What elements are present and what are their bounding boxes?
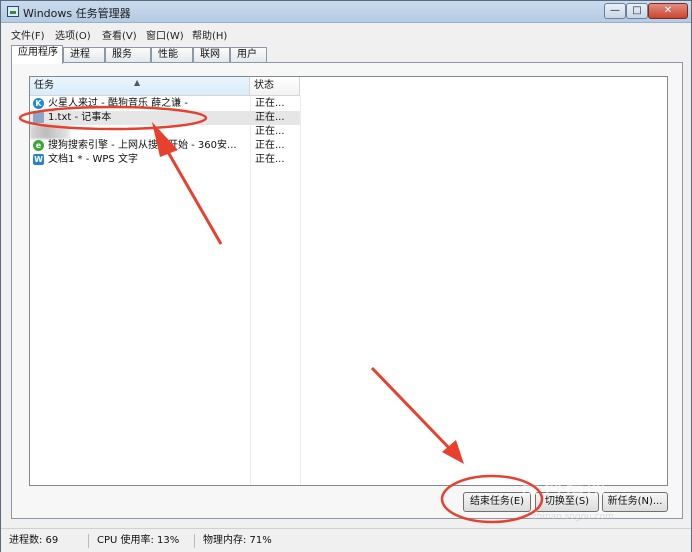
notepad-icon: [33, 112, 44, 123]
tab-networking[interactable]: 联网: [193, 47, 230, 63]
task-name: 文档1 * - WPS 文字: [48, 154, 138, 165]
wps-writer-icon: W: [33, 154, 44, 165]
watermark-url: zhinan.sogou.com: [532, 512, 614, 522]
column-divider: [300, 96, 301, 485]
task-status: 正在...: [255, 98, 285, 109]
tab-applications[interactable]: 应用程序: [11, 45, 63, 64]
360-browser-icon: e: [33, 140, 44, 151]
close-button[interactable]: ✕: [648, 3, 688, 19]
menu-help[interactable]: 帮助(H): [192, 27, 227, 42]
tab-strip: 应用程序 进程 服务 性能 联网 用户: [11, 45, 691, 64]
task-name: 1.txt - 记事本: [48, 112, 112, 123]
tab-users[interactable]: 用户: [230, 47, 267, 63]
tab-services[interactable]: 服务: [105, 47, 151, 63]
cpu-usage: CPU 使用率: 13%: [91, 534, 195, 548]
tab-processes[interactable]: 进程: [63, 47, 105, 63]
task-status: 正在...: [255, 154, 285, 165]
column-label-task: 任务: [34, 80, 54, 91]
title-bar[interactable]: Windows 任务管理器 — □ ✕: [1, 1, 691, 23]
blurred-icon: [30, 125, 70, 139]
tab-performance[interactable]: 性能: [151, 47, 193, 63]
task-status: 正在...: [255, 112, 285, 123]
list-item[interactable]: 正在...: [30, 125, 300, 139]
menu-window[interactable]: 窗口(W): [146, 27, 184, 42]
task-manager-icon: [7, 6, 19, 17]
applications-list[interactable]: 任务 ▲ 状态 K 火星人来过 - 酷狗音乐 薛之谦 - 正在... 1.txt…: [29, 76, 668, 486]
list-item[interactable]: K 火星人来过 - 酷狗音乐 薛之谦 - 正在...: [30, 97, 300, 111]
menu-bar: 文件(F) 选项(O) 查看(V) 窗口(W) 帮助(H): [1, 24, 691, 43]
status-bar: 进程数: 69 CPU 使用率: 13% 物理内存: 71%: [1, 528, 691, 552]
task-name: 火星人来过 - 酷狗音乐 薛之谦 -: [48, 98, 188, 109]
kugou-icon: K: [33, 98, 44, 109]
minimize-button[interactable]: —: [604, 3, 626, 19]
task-name: 搜狗搜索引擎 - 上网从搜狗开始 - 360安...: [48, 140, 237, 151]
new-task-button[interactable]: 新任务(N)...: [602, 492, 668, 512]
column-header-task[interactable]: 任务 ▲: [30, 77, 250, 96]
memory-usage: 物理内存: 71%: [203, 535, 272, 546]
task-status: 正在...: [255, 140, 285, 151]
list-item[interactable]: W 文档1 * - WPS 文字 正在...: [30, 153, 300, 167]
window-title: Windows 任务管理器: [23, 7, 131, 20]
sort-ascending-icon: ▲: [134, 78, 141, 87]
list-item[interactable]: 1.txt - 记事本 正在...: [30, 111, 300, 125]
menu-view[interactable]: 查看(V): [102, 27, 137, 42]
task-status: 正在...: [255, 126, 285, 137]
menu-options[interactable]: 选项(O): [55, 27, 91, 42]
menu-file[interactable]: 文件(F): [11, 27, 45, 42]
column-header-status[interactable]: 状态: [250, 77, 300, 96]
watermark-logo: 搜狗指南: [520, 474, 608, 498]
process-count: 进程数: 69: [3, 534, 89, 548]
maximize-button[interactable]: □: [626, 3, 648, 19]
list-item[interactable]: e 搜狗搜索引擎 - 上网从搜狗开始 - 360安... 正在...: [30, 139, 300, 153]
